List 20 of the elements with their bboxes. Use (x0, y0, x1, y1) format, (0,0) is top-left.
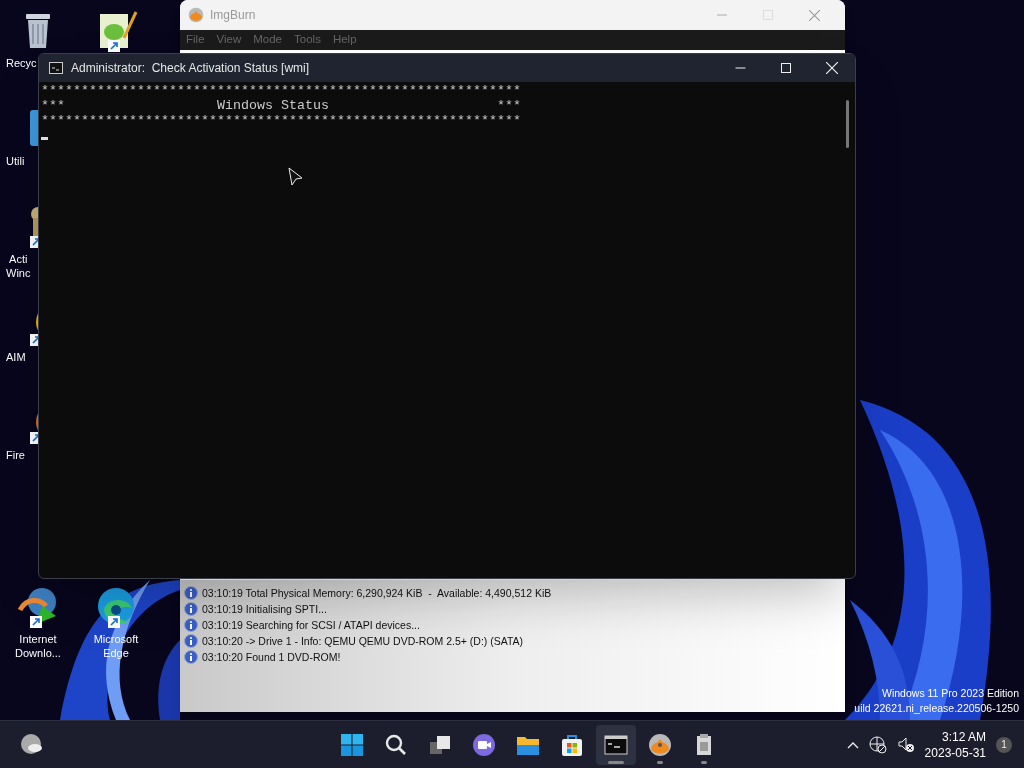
window-title: Administrator: Check Activation Status [wmi] (71, 60, 310, 77)
clock-date[interactable]: 2023-05-31 (924, 744, 986, 761)
log-line: 03:10:20 -> Drive 1 - Info: QEMU QEMU DVD-ROM 2.5+ (D:) (SATA) (202, 634, 524, 648)
console-line: ************************************************************ (41, 83, 522, 98)
console-line: ************************************************************ (41, 113, 522, 128)
os-build-watermark: Windows 11 Pro 2023 Edition (882, 686, 1019, 701)
desktop-icon-label[interactable]: Internet Downlo... (15, 632, 61, 660)
desktop-icon-label[interactable]: Recyc (6, 56, 37, 70)
log-line: 03:10:19 Searching for SCSI / ATAPI devices... (202, 618, 420, 632)
desktop-icon-label[interactable]: Acti Winc (6, 252, 31, 280)
desktop-icon-label[interactable]: AIM (6, 350, 26, 364)
notification-badge[interactable]: 1 (996, 736, 1012, 753)
desktop-icon-label[interactable]: Utili (6, 154, 25, 168)
log-line: 03:10:19 Initialising SPTI... (202, 602, 327, 616)
console-line: *** Windows Status *** (41, 98, 522, 113)
clock-time[interactable]: 3:12 AM (941, 728, 986, 745)
window-title: ImgBurn (210, 7, 256, 24)
log-line: 03:10:19 Total Physical Memory: 6,290,924 KiB - Available: 4,490,512 KiB (202, 586, 552, 600)
log-line: 03:10:20 Found 1 DVD-ROM! (202, 650, 341, 664)
desktop-icon-label[interactable]: Fire (6, 448, 25, 462)
